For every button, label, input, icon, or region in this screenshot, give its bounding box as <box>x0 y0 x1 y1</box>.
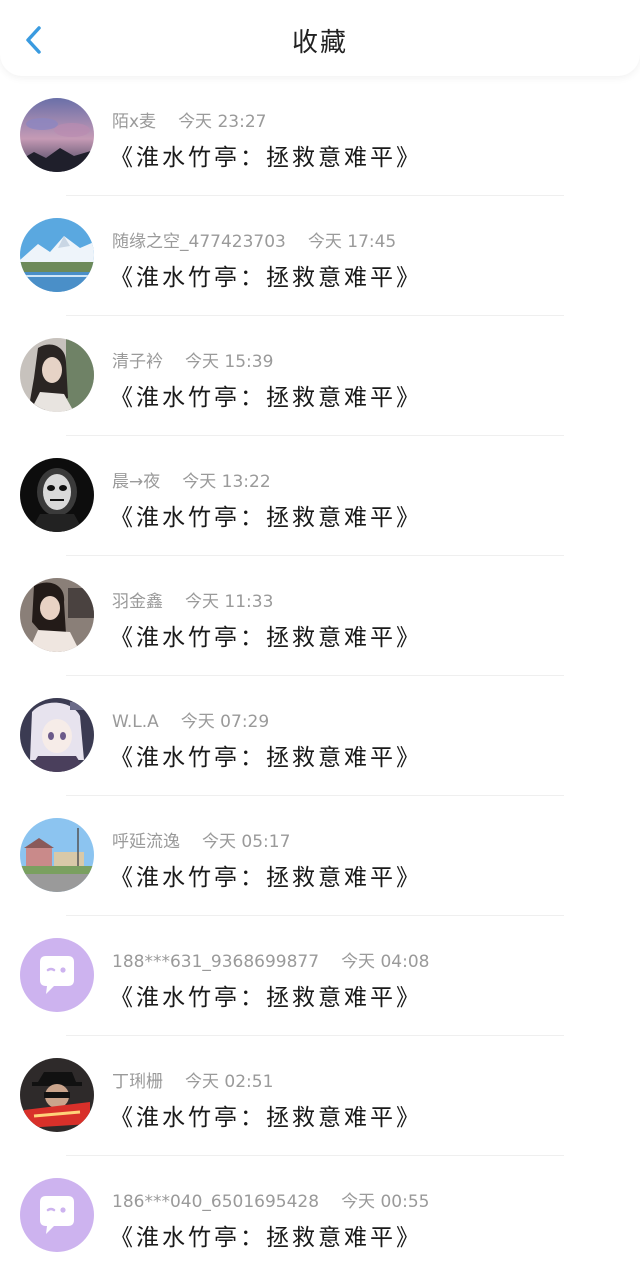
timestamp: 今天 00:55 <box>341 1192 430 1212</box>
avatar[interactable] <box>20 218 94 292</box>
list-item[interactable]: 188***631_9368699877 今天 04:08 《淮水竹亭：拯救意难平… <box>0 916 640 1036</box>
favorite-title: 《淮水竹亭：拯救意难平》 <box>110 505 422 531</box>
timestamp: 今天 11:33 <box>185 592 274 612</box>
avatar[interactable] <box>20 338 94 412</box>
favorite-title: 《淮水竹亭：拯救意难平》 <box>110 985 422 1011</box>
list-item[interactable]: 呼延流逸 今天 05:17 《淮水竹亭：拯救意难平》 <box>0 796 640 916</box>
avatar[interactable] <box>20 818 94 892</box>
username: 186***040_6501695428 <box>112 1192 320 1212</box>
username: 随缘之空_477423703 <box>112 232 286 252</box>
favorite-title: 《淮水竹亭：拯救意难平》 <box>110 745 422 771</box>
username: 呼延流逸 <box>112 832 180 852</box>
username: 晨→夜 <box>112 472 161 492</box>
timestamp: 今天 05:17 <box>202 832 291 852</box>
timestamp: 今天 04:08 <box>341 952 430 972</box>
username: 丁琍栅 <box>112 1072 163 1092</box>
page-title: 收藏 <box>291 28 348 58</box>
favorites-list: 陌x麦 今天 23:27 《淮水竹亭：拯救意难平》 随缘之空_477423703 今… <box>0 76 640 1276</box>
list-item[interactable]: 晨→夜 今天 13:22 《淮水竹亭：拯救意难平》 <box>0 436 640 556</box>
favorite-title: 《淮水竹亭：拯救意难平》 <box>110 625 422 651</box>
favorite-title: 《淮水竹亭：拯救意难平》 <box>110 145 422 171</box>
timestamp: 今天 02:51 <box>185 1072 274 1092</box>
avatar[interactable] <box>20 1178 94 1252</box>
list-item[interactable]: 丁琍栅 今天 02:51 《淮水竹亭：拯救意难平》 <box>0 1036 640 1156</box>
avatar[interactable] <box>20 1058 94 1132</box>
timestamp: 今天 07:29 <box>180 712 270 732</box>
favorite-title: 《淮水竹亭：拯救意难平》 <box>110 385 422 411</box>
list-item[interactable]: 186***040_6501695428 今天 00:55 《淮水竹亭：拯救意难平… <box>0 1156 640 1276</box>
list-item[interactable]: 陌x麦 今天 23:27 《淮水竹亭：拯救意难平》 <box>0 76 640 196</box>
username: 羽金鑫 <box>112 592 163 612</box>
timestamp: 今天 13:22 <box>182 472 271 492</box>
avatar[interactable] <box>20 98 94 172</box>
list-item[interactable]: W.L.A 今天 07:29 《淮水竹亭：拯救意难平》 <box>0 676 640 796</box>
username: 清子衿 <box>112 352 163 372</box>
favorite-title: 《淮水竹亭：拯救意难平》 <box>110 1105 422 1131</box>
list-item[interactable]: 随缘之空_477423703 今天 17:45 《淮水竹亭：拯救意难平》 <box>0 196 640 316</box>
favorite-title: 《淮水竹亭：拯救意难平》 <box>110 1225 422 1251</box>
timestamp: 今天 17:45 <box>307 232 397 252</box>
username: 188***631_9368699877 <box>112 952 320 972</box>
username: 陌x麦 <box>112 112 157 132</box>
favorite-title: 《淮水竹亭：拯救意难平》 <box>110 265 422 291</box>
avatar[interactable] <box>20 938 94 1012</box>
avatar[interactable] <box>20 578 94 652</box>
favorite-title: 《淮水竹亭：拯救意难平》 <box>110 865 422 891</box>
top-bar: 收藏 <box>0 0 640 76</box>
timestamp: 今天 23:27 <box>178 112 267 132</box>
list-item[interactable]: 羽金鑫 今天 11:33 《淮水竹亭：拯救意难平》 <box>0 556 640 676</box>
avatar[interactable] <box>20 458 94 532</box>
timestamp: 今天 15:39 <box>185 352 274 372</box>
list-item[interactable]: 清子衿 今天 15:39 《淮水竹亭：拯救意难平》 <box>0 316 640 436</box>
username: W.L.A <box>112 712 159 732</box>
avatar[interactable] <box>20 698 94 772</box>
